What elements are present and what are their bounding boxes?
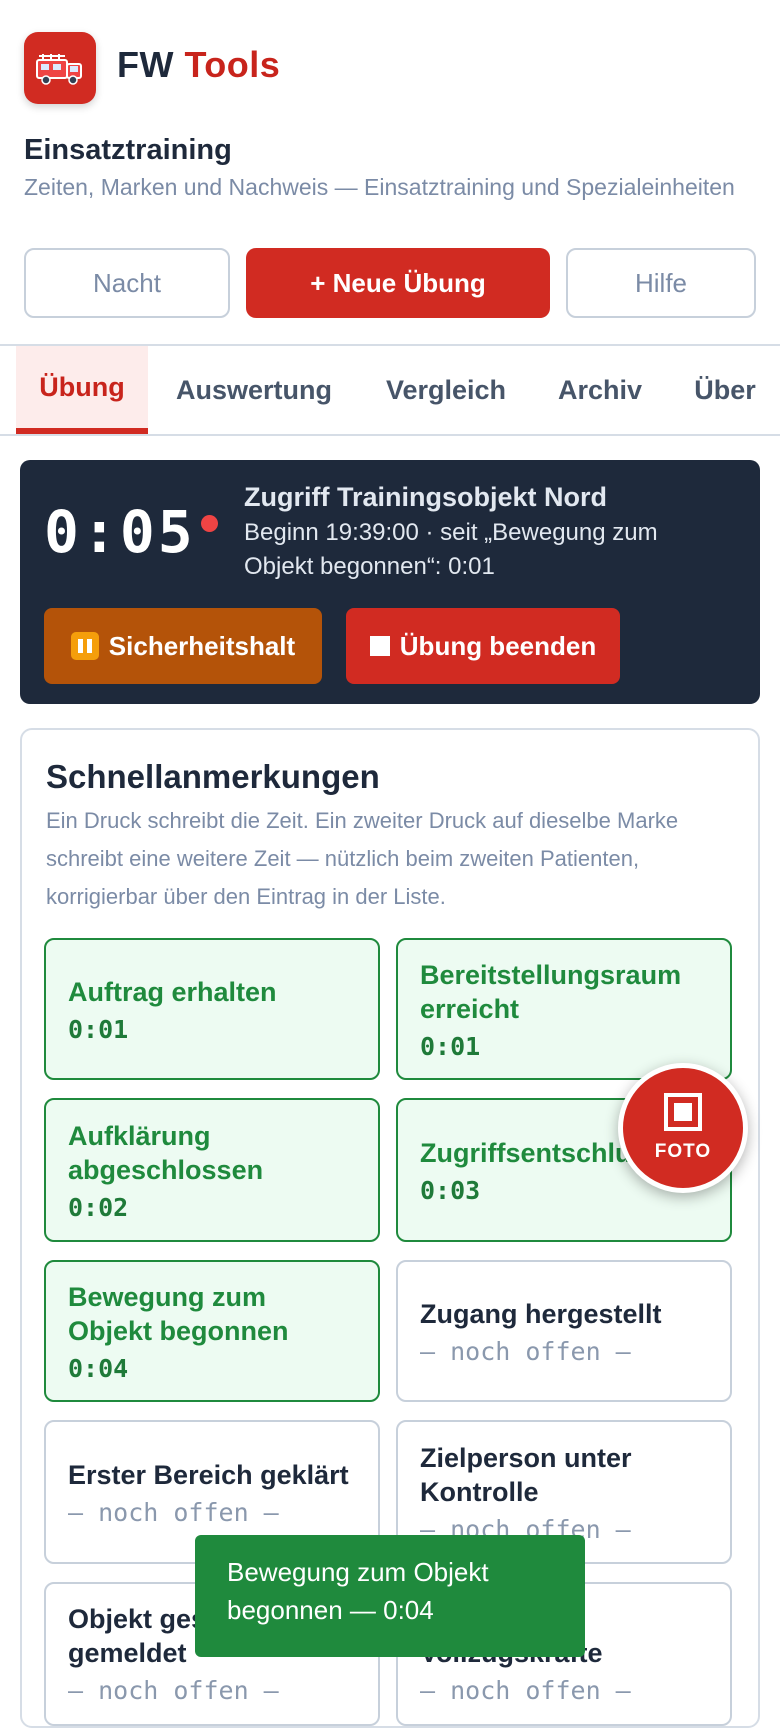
photo-fab-label: FOTO	[654, 1141, 712, 1162]
app-brand: FW Tools	[117, 44, 280, 86]
exercise-timer-panel: 0:05 Zugriff Trainingsobjekt Nord Beginn…	[20, 460, 760, 704]
tab-uebung[interactable]: Übung	[16, 346, 148, 434]
mark-time: 0:01	[420, 1031, 481, 1061]
mark-label: Bereitstellungsraum erreicht	[420, 959, 682, 1024]
new-exercise-button[interactable]: + Neue Übung	[246, 248, 550, 318]
camera-icon	[664, 1093, 702, 1131]
help-button[interactable]: Hilfe	[566, 248, 756, 318]
quick-notes-description: Ein Druck schreibt die Zeit. Ein zweiter…	[46, 808, 679, 909]
brand-tools: Tools	[184, 44, 281, 85]
fire-truck-icon	[36, 54, 82, 85]
operation-title: Zugriff Trainingsobjekt Nord	[244, 482, 607, 512]
operation-meta: Beginn 19:39:00 · seit „Bewegung zum Obj…	[244, 519, 658, 580]
end-exercise-label: Übung beenden	[399, 630, 597, 661]
tab-archiv[interactable]: Archiv	[550, 346, 650, 434]
mark-label: Erster Bereich geklärt	[68, 1459, 349, 1490]
tab-vergleich[interactable]: Vergleich	[372, 346, 520, 434]
mark-label: Auftrag erhalten	[68, 976, 277, 1007]
safety-stop-label: Sicherheitshalt	[108, 630, 296, 661]
mark-label: Aufklärung abgeschlossen	[68, 1120, 264, 1185]
stop-icon	[369, 636, 390, 656]
mark-time: — noch offen —	[68, 1676, 279, 1705]
mark-button[interactable]: Zugang hergestellt — noch offen —	[396, 1260, 732, 1402]
brand-fw: FW	[117, 44, 174, 85]
tab-ueber[interactable]: Über	[680, 346, 770, 434]
mark-time: — noch offen —	[420, 1336, 631, 1366]
pause-icon	[70, 632, 99, 660]
mark-button[interactable]: Aufklärung abgeschlossen 0:02	[44, 1098, 380, 1242]
mark-time: 0:01	[68, 1014, 129, 1044]
mark-time: 0:04	[68, 1353, 129, 1383]
mark-label: Zielperson unter Kontrolle	[420, 1442, 632, 1507]
mark-button[interactable]: Auftrag erhalten 0:01	[44, 938, 380, 1080]
page-subtitle: Zeiten, Marken und Nachweis — Einsatztra…	[24, 174, 735, 200]
mark-button[interactable]: Bewegung zum Objekt begonnen 0:04	[44, 1260, 380, 1402]
night-mode-button[interactable]: Nacht	[24, 248, 230, 318]
tab-auswertung[interactable]: Auswertung	[164, 346, 344, 434]
end-exercise-button[interactable]: Übung beenden	[346, 608, 620, 684]
tab-bar: Übung Auswertung Vergleich Archiv Über	[0, 344, 780, 436]
mark-time: — noch offen —	[68, 1497, 279, 1527]
mark-time: — noch offen —	[420, 1676, 631, 1705]
mark-time: 0:02	[68, 1192, 129, 1222]
safety-stop-button[interactable]: Sicherheitshalt	[44, 608, 322, 684]
mark-label: Zugang hergestellt	[420, 1298, 662, 1329]
app-logo	[24, 32, 96, 104]
mark-label: Bewegung zum Objekt begonnen	[68, 1281, 289, 1346]
elapsed-time: 0:05	[44, 498, 196, 566]
page-title: Einsatztraining	[24, 134, 232, 166]
photo-fab[interactable]: FOTO	[618, 1063, 748, 1193]
quick-notes-title: Schnellanmerkungen	[46, 758, 380, 795]
toast-notification: Bewegung zum Objekt begonnen — 0:04	[195, 1535, 585, 1657]
recording-indicator	[201, 515, 218, 532]
mark-button[interactable]: Bereitstellungsraum erreicht 0:01	[396, 938, 732, 1080]
